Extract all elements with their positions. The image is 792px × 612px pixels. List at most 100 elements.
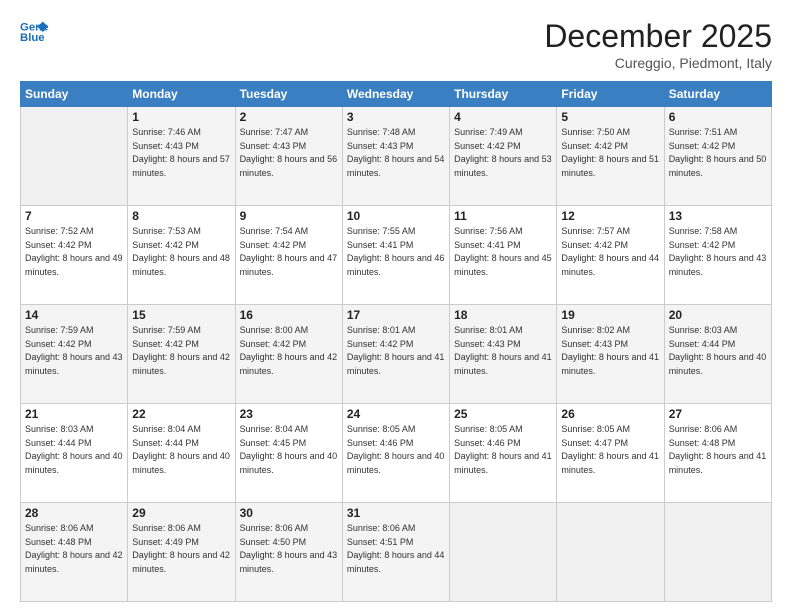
day-info: Sunrise: 8:05 AMSunset: 4:47 PMDaylight:… [561, 423, 659, 477]
day-number: 18 [454, 308, 552, 322]
day-info: Sunrise: 8:06 AMSunset: 4:48 PMDaylight:… [669, 423, 767, 477]
day-number: 10 [347, 209, 445, 223]
title-block: December 2025 Cureggio, Piedmont, Italy [544, 18, 772, 71]
day-info: Sunrise: 7:59 AMSunset: 4:42 PMDaylight:… [132, 324, 230, 378]
day-number: 16 [240, 308, 338, 322]
day-info: Sunrise: 7:56 AMSunset: 4:41 PMDaylight:… [454, 225, 552, 279]
calendar-cell [21, 107, 128, 206]
week-row-4: 21 Sunrise: 8:03 AMSunset: 4:44 PMDayligh… [21, 404, 772, 503]
day-number: 15 [132, 308, 230, 322]
day-number: 5 [561, 110, 659, 124]
day-info: Sunrise: 7:52 AMSunset: 4:42 PMDaylight:… [25, 225, 123, 279]
calendar-cell [450, 503, 557, 602]
day-info: Sunrise: 8:02 AMSunset: 4:43 PMDaylight:… [561, 324, 659, 378]
day-header-tuesday: Tuesday [235, 82, 342, 107]
week-row-3: 14 Sunrise: 7:59 AMSunset: 4:42 PMDayligh… [21, 305, 772, 404]
day-number: 21 [25, 407, 123, 421]
day-info: Sunrise: 8:01 AMSunset: 4:42 PMDaylight:… [347, 324, 445, 378]
calendar-cell: 27 Sunrise: 8:06 AMSunset: 4:48 PMDayligh… [664, 404, 771, 503]
week-row-5: 28 Sunrise: 8:06 AMSunset: 4:48 PMDayligh… [21, 503, 772, 602]
day-info: Sunrise: 7:54 AMSunset: 4:42 PMDaylight:… [240, 225, 338, 279]
calendar-cell: 26 Sunrise: 8:05 AMSunset: 4:47 PMDayligh… [557, 404, 664, 503]
calendar-cell: 8Sunrise: 7:53 AMSunset: 4:42 PMDaylight… [128, 206, 235, 305]
calendar-cell: 13 Sunrise: 7:58 AMSunset: 4:42 PMDayligh… [664, 206, 771, 305]
calendar-cell: 28 Sunrise: 8:06 AMSunset: 4:48 PMDayligh… [21, 503, 128, 602]
day-number: 7 [25, 209, 123, 223]
calendar-cell: 1 Sunrise: 7:46 AMSunset: 4:43 PMDaylight… [128, 107, 235, 206]
day-number: 31 [347, 506, 445, 520]
calendar-cell: 5 Sunrise: 7:50 AMSunset: 4:42 PMDaylight… [557, 107, 664, 206]
logo: General Blue [20, 18, 48, 46]
svg-text:Blue: Blue [20, 32, 45, 44]
calendar-cell: 30 Sunrise: 8:06 AMSunset: 4:50 PMDayligh… [235, 503, 342, 602]
day-headers-row: SundayMondayTuesdayWednesdayThursdayFrid… [21, 82, 772, 107]
calendar-cell: 23 Sunrise: 8:04 AMSunset: 4:45 PMDayligh… [235, 404, 342, 503]
day-number: 30 [240, 506, 338, 520]
week-row-2: 7 Sunrise: 7:52 AMSunset: 4:42 PMDaylight… [21, 206, 772, 305]
calendar-cell: 11Sunrise: 7:56 AMSunset: 4:41 PMDayligh… [450, 206, 557, 305]
day-number: 17 [347, 308, 445, 322]
day-info: Sunrise: 8:00 AMSunset: 4:42 PMDaylight:… [240, 324, 338, 378]
day-number: 3 [347, 110, 445, 124]
day-number: 2 [240, 110, 338, 124]
day-info: Sunrise: 8:01 AMSunset: 4:43 PMDaylight:… [454, 324, 552, 378]
calendar-cell: 7 Sunrise: 7:52 AMSunset: 4:42 PMDaylight… [21, 206, 128, 305]
day-info: Sunrise: 7:47 AMSunset: 4:43 PMDaylight:… [240, 126, 338, 180]
day-info: Sunrise: 7:49 AMSunset: 4:42 PMDaylight:… [454, 126, 552, 180]
day-info: Sunrise: 7:46 AMSunset: 4:43 PMDaylight:… [132, 126, 230, 180]
day-info: Sunrise: 8:03 AMSunset: 4:44 PMDaylight:… [25, 423, 123, 477]
calendar-cell: 29 Sunrise: 8:06 AMSunset: 4:49 PMDayligh… [128, 503, 235, 602]
day-number: 29 [132, 506, 230, 520]
day-number: 14 [25, 308, 123, 322]
calendar-page: General Blue December 2025 Cureggio, Pie… [0, 0, 792, 612]
calendar-cell: 3 Sunrise: 7:48 AMSunset: 4:43 PMDaylight… [342, 107, 449, 206]
day-number: 26 [561, 407, 659, 421]
calendar-cell: 24 Sunrise: 8:05 AMSunset: 4:46 PMDayligh… [342, 404, 449, 503]
day-info: Sunrise: 7:51 AMSunset: 4:42 PMDaylight:… [669, 126, 767, 180]
calendar-cell [664, 503, 771, 602]
day-number: 13 [669, 209, 767, 223]
calendar-cell: 31 Sunrise: 8:06 AMSunset: 4:51 PMDayligh… [342, 503, 449, 602]
day-header-sunday: Sunday [21, 82, 128, 107]
day-info: Sunrise: 8:06 AMSunset: 4:48 PMDaylight:… [25, 522, 123, 576]
day-info: Sunrise: 8:05 AMSunset: 4:46 PMDaylight:… [347, 423, 445, 477]
day-info: Sunrise: 8:04 AMSunset: 4:44 PMDaylight:… [132, 423, 230, 477]
day-number: 28 [25, 506, 123, 520]
day-number: 23 [240, 407, 338, 421]
calendar-cell: 22 Sunrise: 8:04 AMSunset: 4:44 PMDayligh… [128, 404, 235, 503]
day-info: Sunrise: 8:06 AMSunset: 4:50 PMDaylight:… [240, 522, 338, 576]
calendar-cell: 14Sunrise: 7:59 AMSunset: 4:42 PMDayligh… [21, 305, 128, 404]
location: Cureggio, Piedmont, Italy [544, 55, 772, 71]
day-number: 20 [669, 308, 767, 322]
calendar-cell: 17 Sunrise: 8:01 AMSunset: 4:42 PMDayligh… [342, 305, 449, 404]
day-info: Sunrise: 8:03 AMSunset: 4:44 PMDaylight:… [669, 324, 767, 378]
calendar-cell: 6 Sunrise: 7:51 AMSunset: 4:42 PMDaylight… [664, 107, 771, 206]
day-header-wednesday: Wednesday [342, 82, 449, 107]
day-number: 27 [669, 407, 767, 421]
day-info: Sunrise: 7:58 AMSunset: 4:42 PMDaylight:… [669, 225, 767, 279]
day-info: Sunrise: 8:04 AMSunset: 4:45 PMDaylight:… [240, 423, 338, 477]
day-header-friday: Friday [557, 82, 664, 107]
day-info: Sunrise: 7:57 AMSunset: 4:42 PMDaylight:… [561, 225, 659, 279]
day-number: 25 [454, 407, 552, 421]
calendar-cell [557, 503, 664, 602]
day-info: Sunrise: 7:50 AMSunset: 4:42 PMDaylight:… [561, 126, 659, 180]
day-info: Sunrise: 7:55 AMSunset: 4:41 PMDaylight:… [347, 225, 445, 279]
day-number: 12 [561, 209, 659, 223]
day-info: Sunrise: 7:48 AMSunset: 4:43 PMDaylight:… [347, 126, 445, 180]
day-number: 1 [132, 110, 230, 124]
calendar-cell: 16 Sunrise: 8:00 AMSunset: 4:42 PMDayligh… [235, 305, 342, 404]
day-header-saturday: Saturday [664, 82, 771, 107]
day-info: Sunrise: 8:06 AMSunset: 4:51 PMDaylight:… [347, 522, 445, 576]
day-number: 24 [347, 407, 445, 421]
day-number: 8 [132, 209, 230, 223]
calendar-cell: 19Sunrise: 8:02 AMSunset: 4:43 PMDayligh… [557, 305, 664, 404]
calendar-cell: 4Sunrise: 7:49 AMSunset: 4:42 PMDaylight… [450, 107, 557, 206]
calendar-cell: 9 Sunrise: 7:54 AMSunset: 4:42 PMDaylight… [235, 206, 342, 305]
calendar-cell: 25Sunrise: 8:05 AMSunset: 4:46 PMDayligh… [450, 404, 557, 503]
day-number: 22 [132, 407, 230, 421]
day-info: Sunrise: 8:06 AMSunset: 4:49 PMDaylight:… [132, 522, 230, 576]
day-number: 6 [669, 110, 767, 124]
day-number: 9 [240, 209, 338, 223]
calendar-cell: 21 Sunrise: 8:03 AMSunset: 4:44 PMDayligh… [21, 404, 128, 503]
